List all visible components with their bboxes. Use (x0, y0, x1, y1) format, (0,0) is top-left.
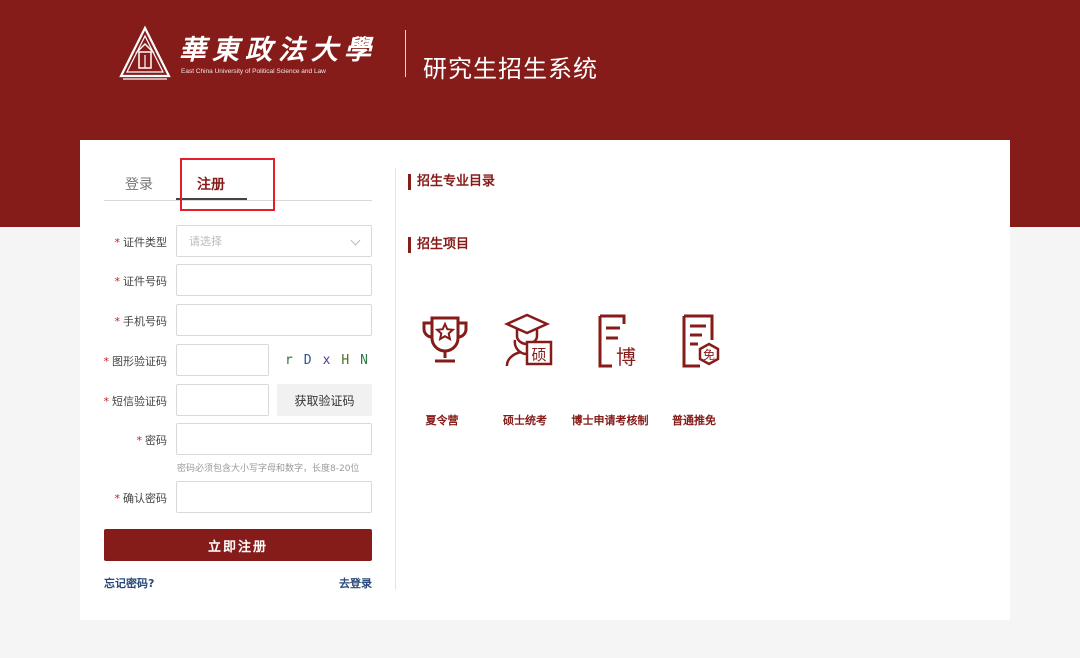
program-doctoral[interactable]: 博 博士申请考核制 (570, 310, 650, 430)
register-submit-button[interactable]: 立即注册 (104, 529, 372, 561)
required-mark: * (136, 434, 143, 447)
id-type-select[interactable]: 请选择 (176, 225, 372, 257)
trophy-icon (422, 316, 468, 363)
sms-code-field[interactable] (176, 384, 269, 416)
captcha-char: D (303, 352, 312, 368)
graduate-icon: 硕 (503, 313, 553, 367)
required-mark: * (114, 236, 121, 249)
password-hint: 密码必须包含大小写字母和数字，长度8-20位 (177, 464, 360, 474)
get-sms-code-button[interactable]: 获取验证码 (277, 384, 372, 416)
program-label: 夏令营 (425, 414, 459, 427)
password-label: * 密码 (137, 432, 168, 448)
auth-tabs: 登录 注册 (104, 160, 372, 201)
password-field[interactable] (176, 423, 372, 455)
program-label: 博士申请考核制 (571, 414, 649, 427)
required-mark: * (114, 275, 121, 288)
captcha-field[interactable] (176, 344, 269, 376)
captcha-char: H (341, 352, 350, 368)
svg-text:硕: 硕 (531, 346, 546, 364)
document-bo-icon: 博 (598, 314, 636, 369)
document-mian-icon: 免 (682, 314, 720, 368)
phone-field[interactable] (176, 304, 372, 336)
id-number-label-text: 证件号码 (123, 275, 167, 288)
system-title: 研究生招生系统 (423, 55, 598, 83)
required-mark: * (114, 492, 121, 505)
program-master-exam[interactable]: 硕 硕士统考 (485, 310, 565, 430)
required-mark: * (103, 355, 110, 368)
captcha-char: x (322, 352, 331, 368)
password-label-text: 密码 (145, 434, 167, 447)
go-login-link[interactable]: 去登录 (339, 575, 372, 591)
tab-register[interactable]: 注册 (197, 174, 225, 194)
confirm-password-field[interactable] (176, 481, 372, 513)
id-type-label-text: 证件类型 (123, 236, 167, 249)
program-label: 硕士统考 (503, 414, 547, 427)
captcha-label-text: 图形验证码 (112, 355, 167, 368)
captcha-label: * 图形验证码 (104, 353, 168, 369)
id-number-label: * 证件号码 (115, 273, 168, 289)
section-title-programs: 招生项目 (408, 237, 469, 253)
confirm-password-label-text: 确认密码 (123, 492, 167, 505)
section-title-catalog[interactable]: 招生专业目录 (408, 174, 495, 190)
content-divider (395, 168, 396, 590)
id-type-placeholder: 请选择 (189, 235, 222, 248)
phone-label: * 手机号码 (115, 313, 168, 329)
header-divider (405, 30, 406, 77)
captcha-image[interactable]: r D x H N (279, 344, 372, 376)
program-recommendation[interactable]: 免 普通推免 (654, 310, 734, 430)
chevron-down-icon (350, 235, 361, 246)
university-name-en: East China University of Political Scien… (181, 68, 326, 75)
phone-label-text: 手机号码 (123, 315, 167, 328)
university-name-cn: 華東政法大學 (179, 35, 377, 66)
svg-text:博: 博 (616, 345, 636, 369)
sms-code-label-text: 短信验证码 (112, 395, 167, 408)
required-mark: * (114, 315, 121, 328)
university-logo: 華東政法大學 East China University of Politica… (115, 24, 371, 84)
university-emblem-icon (119, 25, 171, 80)
id-number-field[interactable] (176, 264, 372, 296)
tab-login[interactable]: 登录 (125, 174, 153, 194)
forgot-password-link[interactable]: 忘记密码? (104, 575, 154, 591)
required-mark: * (103, 395, 110, 408)
confirm-password-label: * 确认密码 (115, 490, 168, 506)
id-type-label: * 证件类型 (115, 234, 168, 250)
active-tab-indicator (176, 198, 247, 200)
program-label: 普通推免 (672, 414, 716, 427)
program-summer-camp[interactable]: 夏令营 (402, 310, 482, 430)
captcha-char: N (360, 352, 368, 368)
captcha-char: r (285, 352, 293, 368)
sms-code-label: * 短信验证码 (104, 393, 168, 409)
svg-text:免: 免 (703, 347, 715, 362)
